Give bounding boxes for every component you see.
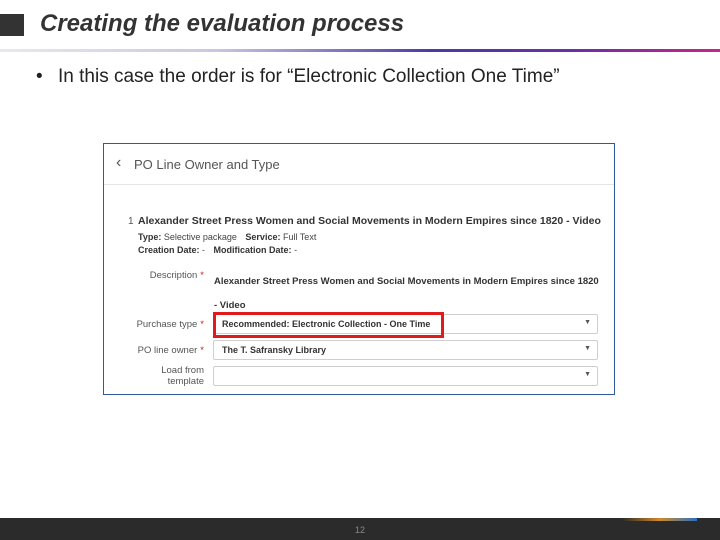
po-line-owner-value: The T. Safransky Library (222, 345, 327, 355)
purchase-type-highlight-box (213, 312, 444, 338)
service-label: Service: (245, 232, 281, 242)
description-label: Description * (149, 270, 204, 281)
required-marker: * (200, 319, 204, 330)
purchase-type-label: Purchase type * (136, 319, 204, 330)
item-type-line: Type: Selective package Service: Full Te… (138, 232, 316, 242)
load-from-template-label: Load from template (161, 365, 204, 387)
bullet-item: • In this case the order is for “Electron… (36, 66, 560, 88)
item-dates-line: Creation Date: - Modification Date: - (138, 245, 297, 255)
required-marker: * (200, 345, 204, 356)
caret-down-icon[interactable]: ▼ (584, 345, 591, 352)
required-marker: * (200, 270, 204, 281)
item-number: 1 (128, 216, 134, 227)
screenshot-header: ‹ PO Line Owner and Type (104, 144, 614, 185)
title-divider (0, 49, 720, 52)
page-number: 12 (355, 525, 366, 535)
bullet-icon: • (36, 66, 43, 87)
creation-date-label: Creation Date: (138, 245, 200, 255)
bullet-text: In this case the order is for “Electroni… (58, 66, 560, 87)
modification-date-value: - (294, 245, 298, 255)
slide-title: Creating the evaluation process (40, 10, 405, 37)
chevron-left-icon[interactable]: ‹ (116, 154, 121, 172)
caret-down-icon[interactable]: ▼ (584, 371, 591, 378)
creation-date-value: - (202, 245, 206, 255)
footer-accent (622, 518, 697, 521)
screenshot-header-title: PO Line Owner and Type (134, 157, 280, 172)
caret-down-icon[interactable]: ▼ (584, 319, 591, 326)
item-title: Alexander Street Press Women and Social … (138, 215, 601, 227)
load-from-template-select[interactable]: ▼ (213, 366, 598, 386)
description-value: Alexander Street Press Women and Social … (214, 276, 599, 311)
title-marker (0, 14, 24, 36)
type-label: Type: (138, 232, 162, 242)
type-value: Selective package (163, 232, 237, 242)
footer-bar: 12 (0, 518, 720, 540)
modification-date-label: Modification Date: (213, 245, 292, 255)
po-line-owner-label: PO line owner * (137, 345, 204, 356)
service-value: Full Text (282, 232, 317, 242)
po-line-owner-select[interactable]: The T. Safransky Library ▼ (213, 340, 598, 360)
embedded-screenshot: ‹ PO Line Owner and Type 1 Alexander Str… (103, 143, 615, 395)
